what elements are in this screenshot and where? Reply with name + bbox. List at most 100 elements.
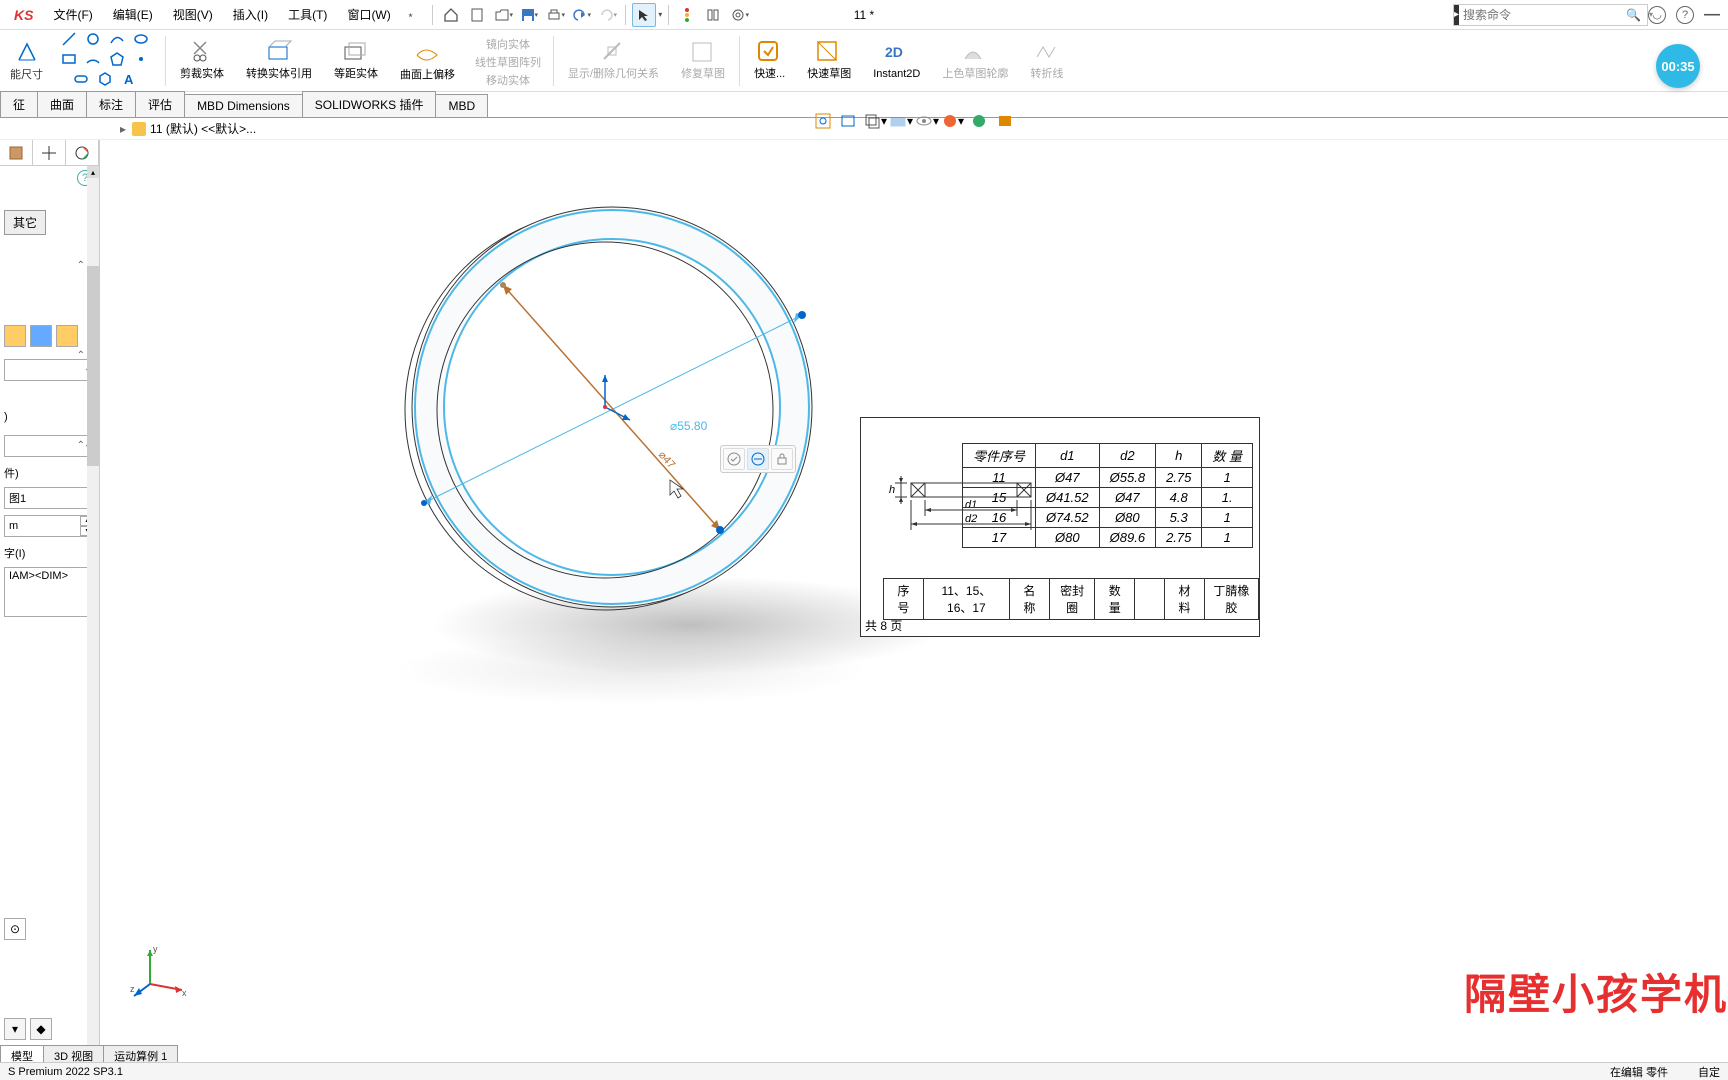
panel-other-tab[interactable]: 其它 (4, 210, 46, 235)
graphics-area[interactable]: ▾ ▾ ▾ ▾ ⌀55.80 (100, 140, 1728, 1052)
tab-evaluate[interactable]: 评估 (135, 91, 185, 117)
minimize-icon[interactable]: — (1704, 6, 1720, 24)
menu-file[interactable]: 文件(F) (45, 2, 100, 27)
part-ring-model[interactable]: ⌀55.80 ⌀47 (390, 195, 820, 625)
panel-tab-3[interactable] (66, 140, 99, 165)
panel-btn-3[interactable] (56, 325, 78, 347)
search-input[interactable] (1459, 8, 1622, 22)
save-icon[interactable]: ▾ (517, 3, 541, 27)
menu-window[interactable]: 窗口(W) (339, 2, 398, 27)
menu-bar: KS 文件(F) 编辑(E) 视图(V) 插入(I) 工具(T) 窗口(W) ⋆… (0, 0, 1728, 30)
menu-tools[interactable]: 工具(T) (280, 2, 335, 27)
watermark-text: 隔壁小孩学机 (1464, 961, 1728, 1022)
ctx-dim-icon[interactable] (747, 448, 769, 470)
tab-annotation[interactable]: 标注 (86, 91, 136, 117)
ribbon-instant2d[interactable]: 2D Instant2D (865, 35, 928, 85)
ctx-ok-icon[interactable] (723, 448, 745, 470)
point-icon[interactable] (133, 51, 153, 71)
breadcrumb-expand-icon[interactable]: ▸ (120, 122, 126, 136)
render-icon[interactable] (994, 110, 1016, 132)
panel-dropdown-1[interactable]: ▾ (4, 359, 95, 381)
panel-field-2[interactable]: m ▴ ▾ (4, 515, 95, 537)
zoom-area-icon[interactable] (838, 110, 860, 132)
ctx-lock-icon[interactable] (771, 448, 793, 470)
display-style-icon[interactable]: ▾ (890, 110, 912, 132)
traffic-icon[interactable] (675, 3, 699, 27)
scroll-thumb[interactable] (87, 266, 99, 466)
polygon-icon[interactable] (109, 51, 129, 71)
panel-tab-1[interactable] (0, 140, 33, 165)
tab-mbd[interactable]: MBD (435, 94, 488, 117)
print-icon[interactable]: ▾ (543, 3, 567, 27)
open-icon[interactable]: ▾ (491, 3, 515, 27)
svg-text:z: z (130, 984, 135, 994)
text-icon[interactable]: A (121, 71, 141, 91)
collapse-icon-2[interactable]: ⌃ (77, 350, 85, 361)
panel-tab-2[interactable] (33, 140, 66, 165)
ribbon-offset[interactable]: 等距实体 (326, 35, 386, 85)
view-orient-icon[interactable]: ▾ (864, 110, 886, 132)
breadcrumb-text[interactable]: 11 (默认) <<默认>... (150, 120, 256, 137)
orientation-triad[interactable]: y x z (130, 942, 190, 1002)
panel-text-label: 字(I) (4, 545, 95, 561)
reference-drawing: h d1 d2 零件序号d1d2h数 量 11Ø47Ø55.82.751 15Ø… (860, 417, 1260, 637)
menu-more-icon[interactable]: ⋆ (407, 8, 415, 22)
table-row: 11Ø47Ø55.82.751 (962, 468, 1252, 488)
ribbon: 能尺寸 A 剪裁实体 转换实体引用 等距实体 曲面 (0, 30, 1728, 92)
ribbon-repair: 修复草图 (673, 35, 733, 85)
menu-insert[interactable]: 插入(I) (225, 2, 276, 27)
user-icon[interactable]: ◡ (1648, 6, 1666, 24)
appearance-icon[interactable]: ▾ (942, 110, 964, 132)
circle-icon[interactable] (85, 31, 105, 51)
ribbon-mirror-group: 镜向实体 线性草图阵列 移动实体 (469, 32, 547, 90)
tab-sw-addins[interactable]: SOLIDWORKS 插件 (302, 91, 437, 117)
ribbon-trim[interactable]: 剪裁实体 (172, 35, 232, 85)
panel-btn-2[interactable] (30, 325, 52, 347)
ellipse-icon[interactable] (133, 31, 153, 51)
rect-icon[interactable] (61, 51, 81, 71)
collapse-icon[interactable]: ⌃ (77, 260, 85, 271)
dim-outer-label: ⌀55.80 (670, 419, 708, 433)
help-icon[interactable]: ? (1676, 6, 1694, 24)
ribbon-convert[interactable]: 转换实体引用 (238, 35, 320, 85)
menu-edit[interactable]: 编辑(E) (105, 2, 161, 27)
arc-icon[interactable] (85, 51, 105, 71)
panel-scrollbar[interactable]: ▴ ▾ (87, 166, 99, 1060)
search-box[interactable]: ▸ 🔍 ▾ (1453, 4, 1648, 26)
panel-btn-1[interactable] (4, 325, 26, 347)
panel-field-1[interactable]: 图1 (4, 487, 95, 509)
ribbon-quick[interactable]: 快速... (746, 35, 793, 85)
tab-mbd-dimensions[interactable]: MBD Dimensions (184, 94, 303, 117)
timer-badge: 00:35 (1656, 44, 1700, 88)
line-icon[interactable] (61, 31, 81, 51)
ribbon-quick-sketch[interactable]: 快速草图 (799, 35, 859, 85)
spline-icon[interactable] (109, 31, 129, 51)
panel-btn-b2[interactable]: ◆ (30, 1018, 52, 1040)
slot-icon[interactable] (73, 71, 93, 91)
ribbon-offset-surface[interactable]: 曲面上偏移 (392, 37, 463, 85)
ribbon-smart-dimension[interactable]: 能尺寸 (4, 38, 49, 84)
hide-show-icon[interactable]: ▾ (916, 110, 938, 132)
scroll-up-icon[interactable]: ▴ (87, 166, 99, 178)
select-icon[interactable] (632, 3, 656, 27)
menu-view[interactable]: 视图(V) (165, 2, 221, 27)
panel-field-3[interactable]: IAM><DIM> (4, 567, 95, 617)
hex-icon[interactable] (97, 71, 117, 91)
redo-icon[interactable]: ▾ (595, 3, 619, 27)
scene-icon[interactable] (968, 110, 990, 132)
zoom-fit-icon[interactable] (812, 110, 834, 132)
options-icon[interactable] (701, 3, 725, 27)
panel-btn-lock[interactable]: ⊙ (4, 918, 26, 940)
ribbon-sketch-tools[interactable]: A (55, 29, 159, 93)
search-magnify-icon[interactable]: 🔍 (1622, 8, 1645, 22)
dimension-table: 零件序号d1d2h数 量 11Ø47Ø55.82.751 15Ø41.52Ø47… (962, 443, 1253, 548)
undo-icon[interactable]: ▾ (569, 3, 593, 27)
settings-icon[interactable]: ▾ (727, 3, 751, 27)
home-icon[interactable] (439, 3, 463, 27)
tab-feature[interactable]: 征 (0, 91, 38, 117)
title-block-table: 序 号11、15、16、17 名 称密封圈 数 量 材 料丁腈橡胶 (883, 578, 1259, 620)
new-icon[interactable] (465, 3, 489, 27)
app-logo: KS (6, 7, 41, 23)
tab-surface[interactable]: 曲面 (37, 91, 87, 117)
panel-btn-b1[interactable]: ▾ (4, 1018, 26, 1040)
